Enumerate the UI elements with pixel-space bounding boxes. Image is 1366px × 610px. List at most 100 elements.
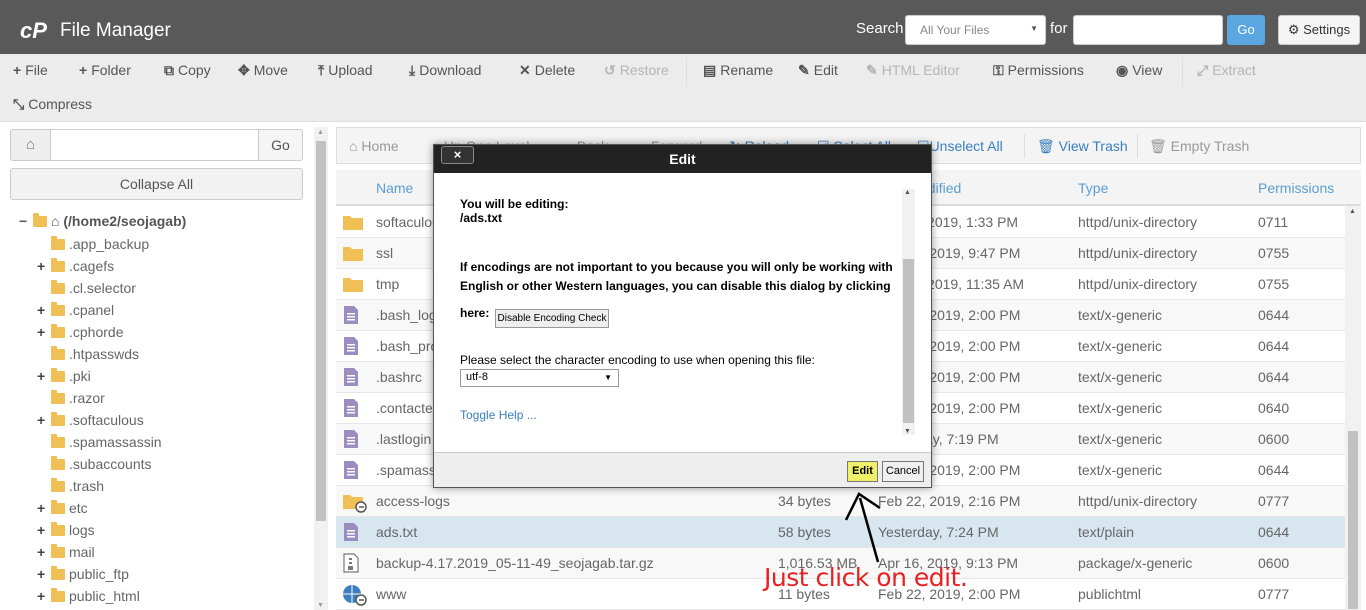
sidebar-scrollbar[interactable]: ▲ ▼ — [314, 127, 328, 610]
file-list-scrollbar[interactable]: ▲ — [1345, 206, 1361, 610]
key-icon: ⚿ — [993, 62, 1004, 78]
tree-item[interactable]: + .cpanel — [37, 300, 114, 320]
tree-item[interactable]: + mail — [37, 542, 95, 562]
tree-item-label: .trash — [69, 478, 105, 494]
scroll-up-icon[interactable]: ▲ — [1349, 208, 1356, 215]
collapse-all-button[interactable]: Collapse All — [10, 168, 303, 200]
column-type-header[interactable]: Type — [1078, 180, 1108, 196]
folder-icon — [51, 280, 65, 294]
expand-icon[interactable]: + — [37, 300, 49, 320]
tree-item[interactable]: .razor — [37, 388, 105, 408]
tree-item[interactable]: + etc — [37, 498, 88, 518]
home-icon[interactable]: ⌂ — [10, 129, 51, 161]
file-type: httpd/unix-directory — [1078, 493, 1198, 509]
tree-item[interactable]: + .cagefs — [37, 256, 114, 276]
tree-item[interactable]: .htpasswds — [37, 344, 139, 364]
disable-encoding-check-button[interactable]: Disable Encoding Check — [495, 309, 609, 328]
tree-item[interactable]: .subaccounts — [37, 454, 152, 474]
view-trash-button[interactable]: 🗑 View Trash — [1037, 138, 1128, 155]
file-type: text/x-generic — [1078, 431, 1163, 447]
tree-item[interactable]: + logs — [37, 520, 95, 540]
copy-button[interactable]: ⧉ Copy — [164, 62, 211, 79]
scroll-up-icon[interactable]: ▲ — [904, 189, 911, 196]
tree-item-label: mail — [69, 544, 95, 560]
path-go-button[interactable]: Go — [258, 129, 303, 161]
search-scope-select[interactable]: All Your Files ▼ — [905, 15, 1046, 45]
tree-item[interactable]: + .cphorde — [37, 322, 123, 342]
nav-home-button[interactable]: ⌂ Home — [349, 138, 399, 154]
toggle-help-link[interactable]: Toggle Help ... — [460, 408, 537, 422]
tree-root[interactable]: − ⌂ (/home2/seojagab) — [19, 213, 186, 229]
encoding-select[interactable]: utf-8 ▼ — [460, 369, 619, 387]
tree-item[interactable]: .trash — [37, 476, 104, 496]
view-button[interactable]: ◉ View — [1116, 62, 1162, 79]
close-icon[interactable]: × — [441, 146, 474, 164]
file-type: publichtml — [1078, 586, 1142, 602]
scrollbar-thumb[interactable] — [1348, 431, 1358, 609]
file-icon — [342, 336, 360, 359]
new-file-button[interactable]: + File — [13, 62, 48, 78]
path-input[interactable] — [51, 129, 259, 161]
expand-icon[interactable]: + — [37, 322, 49, 342]
dialog-scrollbar[interactable]: ▲ ▼ — [902, 189, 915, 435]
file-type: text/x-generic — [1078, 307, 1163, 323]
tree-item-label: .cpanel — [69, 302, 115, 318]
expand-icon[interactable]: + — [37, 542, 49, 562]
search-input[interactable] — [1073, 15, 1223, 45]
expand-icon[interactable]: + — [37, 410, 49, 430]
tree-item[interactable]: + public_ftp — [37, 564, 129, 584]
scroll-down-icon[interactable]: ▼ — [904, 428, 911, 435]
expand-icon[interactable]: + — [37, 586, 49, 606]
tree-item[interactable]: .app_backup — [37, 234, 149, 254]
html-editor-button[interactable]: ✎ HTML Editor — [866, 62, 960, 79]
permissions-button[interactable]: ⚿ Permissions — [993, 62, 1084, 79]
settings-button[interactable]: ⚙ Settings — [1278, 15, 1360, 45]
tree-item[interactable]: + .pki — [37, 366, 91, 386]
restore-button[interactable]: ↺ Restore — [604, 62, 669, 79]
dialog-cancel-button[interactable]: Cancel — [882, 461, 924, 482]
rename-button[interactable]: ▤ Rename — [703, 62, 773, 79]
tree-item-label: etc — [69, 500, 88, 516]
column-permissions-header[interactable]: Permissions — [1258, 180, 1334, 196]
expand-icon[interactable]: + — [37, 498, 49, 518]
nav-divider — [1024, 134, 1025, 158]
move-button[interactable]: ✥ Move — [238, 62, 288, 79]
column-name-header[interactable]: Name — [376, 180, 413, 196]
compress-button[interactable]: ⤡ Compress — [13, 96, 92, 113]
search-label: Search — [856, 20, 904, 37]
annotation-arrow-icon — [844, 492, 881, 563]
move-icon: ✥ — [238, 62, 250, 78]
file-name: access-logs — [376, 493, 450, 509]
tree-item[interactable]: + .softaculous — [37, 410, 144, 430]
file-type: text/x-generic — [1078, 338, 1163, 354]
expand-icon[interactable]: + — [37, 520, 49, 540]
scroll-up-icon[interactable]: ▲ — [317, 129, 324, 136]
expand-icon[interactable]: + — [37, 564, 49, 584]
collapse-icon[interactable]: − — [19, 213, 31, 229]
svg-text:cP: cP — [20, 18, 47, 43]
download-icon: ⤓ — [409, 62, 416, 78]
download-button[interactable]: ⤓ Download — [409, 62, 481, 79]
upload-button[interactable]: ⤒ Upload — [318, 62, 373, 79]
expand-icon[interactable]: + — [37, 366, 49, 386]
file-name: ads.txt — [376, 524, 418, 540]
scrollbar-thumb[interactable] — [903, 259, 914, 423]
scrollbar-thumb[interactable] — [316, 141, 326, 521]
toolbar-divider — [1182, 58, 1183, 86]
annotation-text: Just click on edit. — [764, 563, 968, 592]
new-folder-button[interactable]: + Folder — [79, 62, 131, 78]
delete-button[interactable]: ✕ Delete — [519, 62, 575, 79]
dialog-edit-button[interactable]: Edit — [847, 461, 878, 482]
file-type: text/x-generic — [1078, 369, 1163, 385]
extract-button[interactable]: ⤢ Extract — [1197, 62, 1256, 79]
scroll-down-icon[interactable]: ▼ — [317, 602, 324, 609]
file-name: .lastlogin — [376, 431, 432, 447]
tree-item[interactable]: .spamassassin — [37, 432, 162, 452]
tree-item[interactable]: + public_html — [37, 586, 140, 606]
edit-button[interactable]: ✎ Edit — [798, 62, 838, 79]
empty-trash-button[interactable]: 🗑 Empty Trash — [1149, 138, 1249, 155]
search-go-button[interactable]: Go — [1227, 15, 1265, 45]
tree-item[interactable]: .cl.selector — [37, 278, 136, 298]
cpanel-logo-icon[interactable]: cP — [20, 16, 54, 44]
expand-icon[interactable]: + — [37, 256, 49, 276]
